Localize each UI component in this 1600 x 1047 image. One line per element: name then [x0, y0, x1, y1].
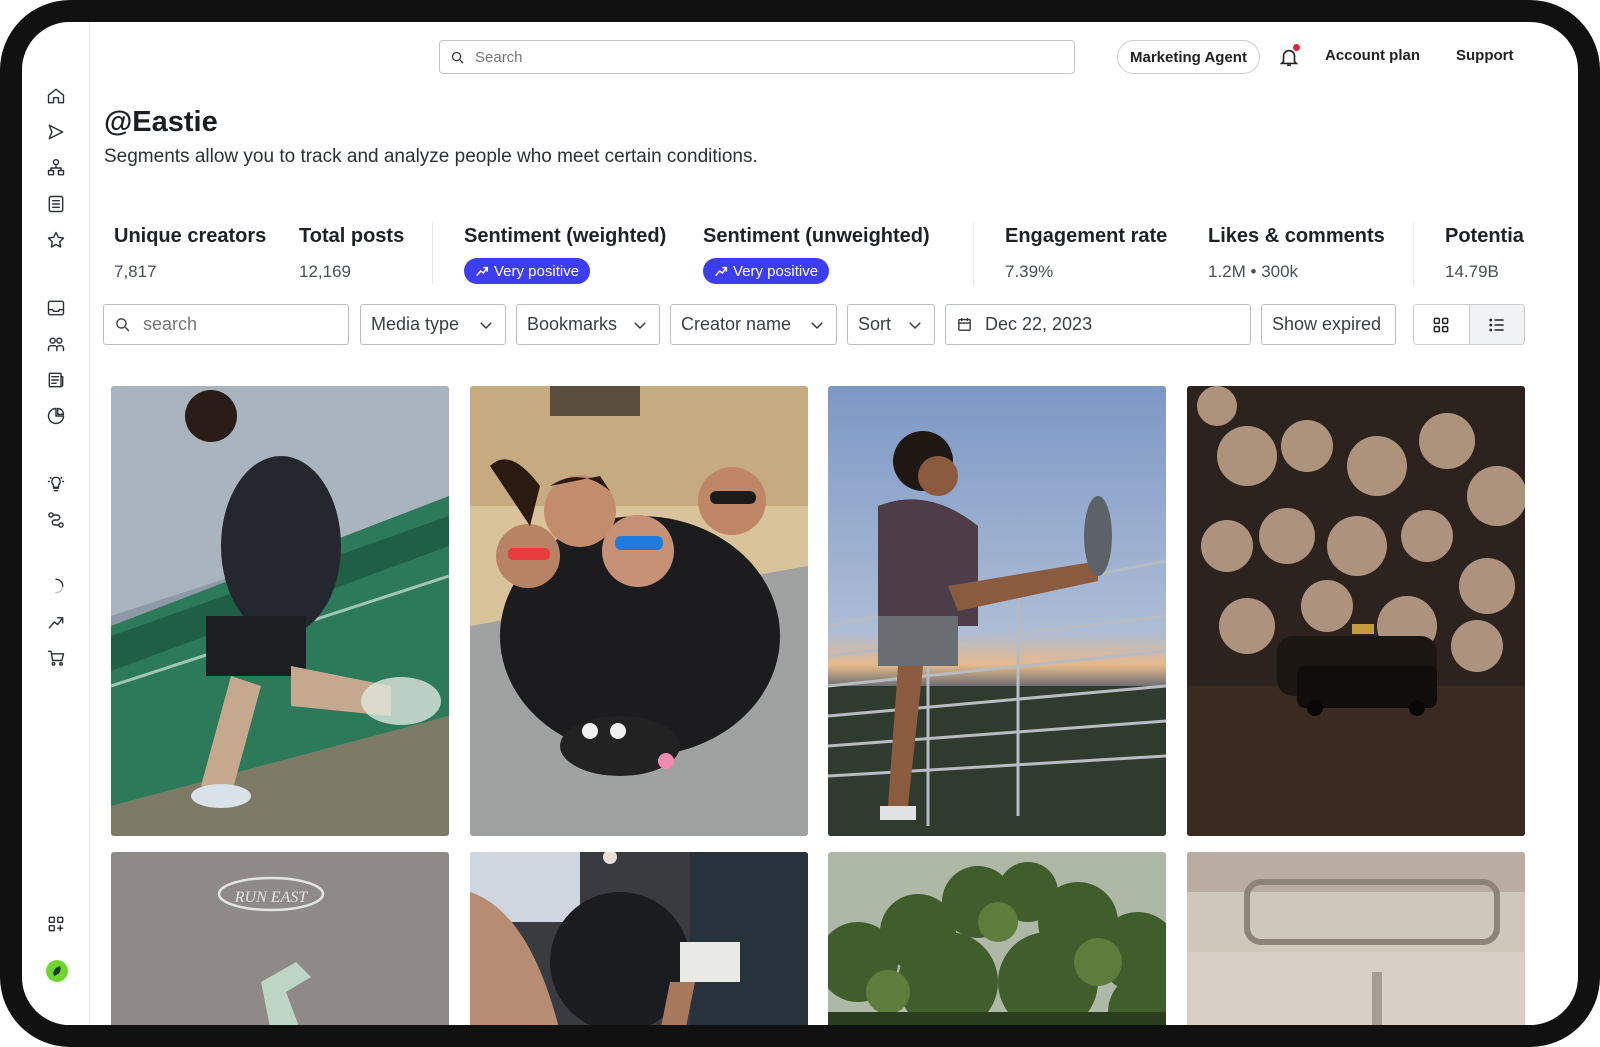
media-tile-run-east-shirt[interactable]: RUN EAST — [111, 852, 449, 1025]
page-title: @Eastie — [104, 106, 218, 138]
search-icon — [116, 318, 130, 332]
view-toggle — [1413, 304, 1525, 345]
sidebar — [22, 22, 90, 1025]
dropdown-label: Media type — [371, 314, 460, 334]
chevron-down-icon — [909, 321, 921, 329]
stat-label: Total posts — [299, 225, 405, 247]
button-label: Show expired — [1272, 314, 1382, 334]
star-icon[interactable] — [44, 228, 68, 252]
media-search-input[interactable] — [143, 314, 323, 335]
notification-badge — [1293, 44, 1300, 51]
stat-label: Potentia — [1445, 225, 1524, 247]
media-search[interactable] — [103, 304, 349, 345]
inbox-icon[interactable] — [44, 296, 68, 320]
document-list-icon[interactable] — [44, 192, 68, 216]
list-view-button[interactable] — [1469, 305, 1524, 344]
route-icon[interactable] — [44, 508, 68, 532]
device-frame: Marketing Agent Account plan Support @Ea… — [0, 0, 1600, 1047]
media-tile-runner-on-bridge[interactable] — [111, 386, 449, 836]
stat-sentiment-weighted: Sentiment (weighted) Very positive — [464, 225, 666, 284]
media-tile-runners-motion-blur[interactable] — [470, 852, 808, 1025]
stat-divider — [1413, 222, 1414, 284]
cart-icon[interactable] — [44, 646, 68, 670]
calendar-icon — [958, 318, 971, 331]
user-avatar[interactable] — [46, 960, 68, 982]
apps-grid-icon[interactable] — [44, 912, 68, 936]
stat-sentiment-unweighted: Sentiment (unweighted) Very positive — [703, 225, 930, 284]
creator-name-dropdown[interactable]: Creator name — [670, 304, 837, 345]
support-link[interactable]: Support — [1456, 47, 1514, 64]
page-subtitle: Segments allow you to track and analyze … — [104, 146, 758, 167]
marketing-agent-button[interactable]: Marketing Agent — [1117, 40, 1260, 74]
stat-engagement-rate: Engagement rate 7.39% — [1005, 225, 1167, 282]
list-icon — [1489, 318, 1504, 331]
stat-likes-comments: Likes & comments 1.2M • 300k — [1208, 225, 1385, 282]
sentiment-badge-label: Very positive — [494, 262, 580, 280]
media-tile-toy-taxi-bokeh[interactable] — [1187, 386, 1525, 836]
stat-divider — [432, 222, 433, 284]
home-icon[interactable] — [44, 84, 68, 108]
date-picker[interactable]: Dec 22, 2023 — [945, 304, 1251, 345]
stat-label: Unique creators — [114, 225, 267, 247]
sort-dropdown[interactable]: Sort — [847, 304, 935, 345]
dropdown-label: Sort — [858, 314, 892, 334]
global-search[interactable] — [439, 40, 1075, 74]
stat-label: Sentiment (weighted) — [464, 225, 667, 247]
sentiment-badge-label: Very positive — [733, 262, 819, 280]
notifications-bell-icon[interactable] — [1278, 44, 1300, 68]
stat-total-posts: Total posts 12,169 — [299, 225, 404, 282]
stat-potential: Potentia 14.79B — [1445, 225, 1555, 282]
lightbulb-icon[interactable] — [44, 472, 68, 496]
stat-unique-creators: Unique creators 7,817 — [114, 225, 266, 282]
org-chart-icon[interactable] — [44, 156, 68, 180]
stat-value: 1.2M • 300k — [1208, 262, 1299, 281]
stat-value: 7.39% — [1005, 262, 1054, 281]
stat-label: Likes & comments — [1208, 225, 1385, 247]
bookmarks-dropdown[interactable]: Bookmarks — [516, 304, 660, 345]
grid-icon — [1433, 317, 1449, 332]
send-icon[interactable] — [44, 120, 68, 144]
global-search-input[interactable] — [475, 48, 1035, 66]
media-tile-group-of-friends-sunglasses[interactable] — [470, 386, 808, 836]
chevron-down-icon — [480, 321, 492, 329]
users-icon[interactable] — [44, 332, 68, 356]
date-picker-value: Dec 22, 2023 — [985, 314, 1093, 334]
media-type-dropdown[interactable]: Media type — [360, 304, 506, 345]
account-plan-link[interactable]: Account plan — [1325, 47, 1420, 64]
chevron-down-icon — [634, 321, 646, 329]
stat-value: 12,169 — [299, 262, 351, 281]
newspaper-icon[interactable] — [44, 368, 68, 392]
app-screen: Marketing Agent Account plan Support @Ea… — [22, 22, 1578, 1025]
dropdown-label: Creator name — [681, 314, 792, 334]
stat-divider — [973, 222, 974, 284]
show-expired-button[interactable]: Show expired — [1261, 304, 1396, 345]
dropdown-label: Bookmarks — [527, 314, 618, 334]
trending-up-icon — [476, 266, 489, 277]
run-east-logo: RUN EAST — [234, 889, 309, 906]
media-tile-man-stretching-on-railing[interactable] — [828, 386, 1166, 836]
sentiment-badge: Very positive — [464, 258, 591, 284]
loading-spinner-icon — [44, 574, 68, 598]
media-tile-car-interior[interactable] — [1187, 852, 1525, 1025]
stat-label: Sentiment (unweighted) — [703, 225, 930, 247]
stat-label: Engagement rate — [1005, 225, 1168, 247]
sentiment-badge: Very positive — [703, 258, 830, 284]
trending-up-icon[interactable] — [44, 610, 68, 634]
chevron-down-icon — [811, 321, 823, 329]
trending-up-icon — [715, 266, 728, 277]
pie-chart-icon[interactable] — [44, 404, 68, 428]
search-icon — [451, 51, 464, 64]
media-tile-green-hillside-trees[interactable] — [828, 852, 1166, 1025]
stat-value: 7,817 — [114, 262, 157, 281]
grid-view-button[interactable] — [1414, 305, 1470, 344]
stat-value: 14.79B — [1445, 262, 1499, 281]
